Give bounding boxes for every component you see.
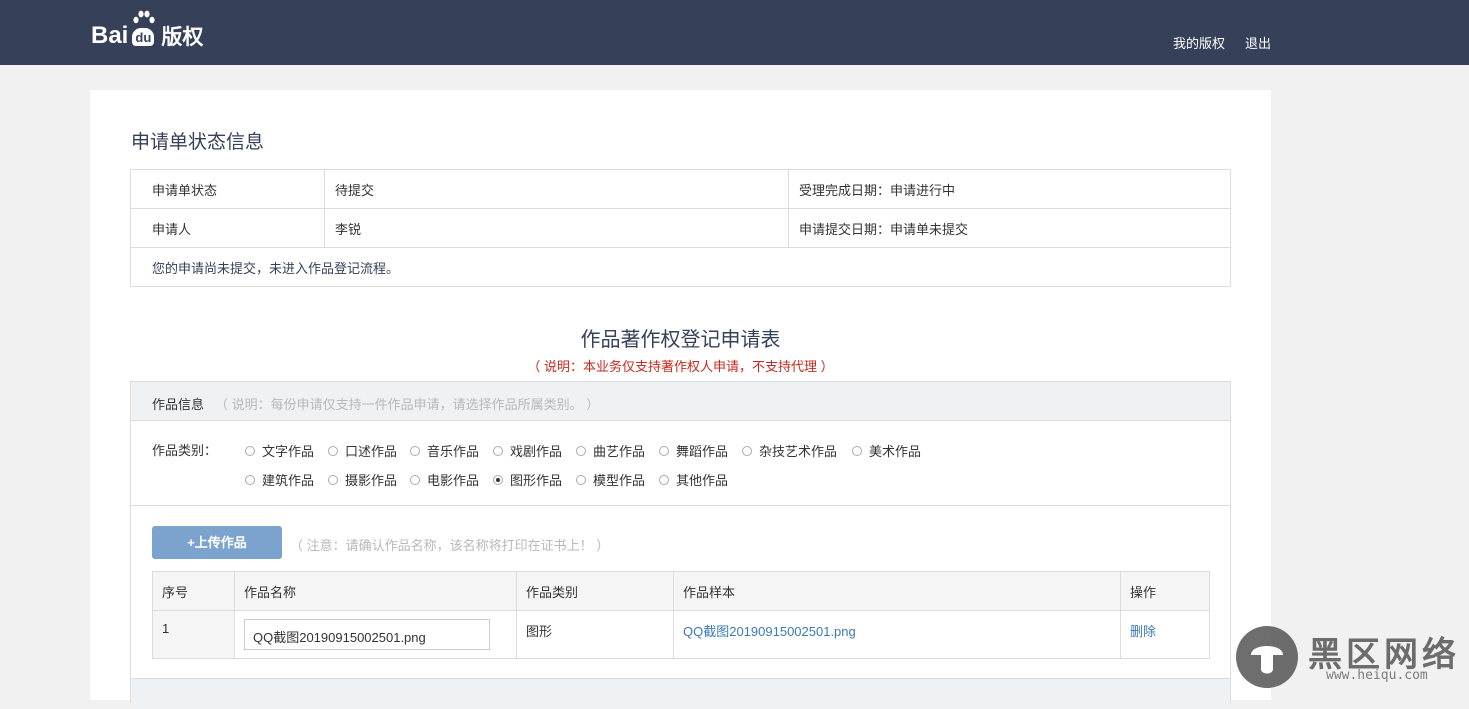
work-info-label: 作品信息 xyxy=(152,397,205,412)
nav-my-copyright[interactable]: 我的版权 xyxy=(1173,33,1225,52)
table-row: 1 图形 QQ截图20190915002501.png 删除 xyxy=(152,610,1210,659)
upload-hint: （ 注意：请确认作品名称，该名称将打印在证书上！ ） xyxy=(290,538,610,553)
row-index: 1 xyxy=(152,610,235,659)
work-sample-link[interactable]: QQ截图20190915002501.png xyxy=(683,624,856,639)
radio-label: 戏剧作品 xyxy=(510,444,563,459)
radio-label: 曲艺作品 xyxy=(593,444,646,459)
status-row: 申请单状态 待提交 受理完成日期：申请进行中 xyxy=(130,169,1231,209)
radio-oral-work[interactable]: 口述作品 xyxy=(328,441,397,460)
form-subtitle: （ 说明：本业务仅支持著作权人申请，不支持代理 ） xyxy=(527,359,834,374)
radio-label: 摄影作品 xyxy=(345,473,398,488)
divider xyxy=(131,505,1230,506)
col-header-action: 操作 xyxy=(1120,571,1210,611)
works-table: 序号 作品名称 作品类别 作品样本 操作 1 图形 QQ截图2019091500… xyxy=(152,571,1210,659)
baidu-copyright-logo[interactable]: Bai du 版权 xyxy=(91,8,203,48)
row-category: 图形 xyxy=(516,610,674,659)
col-header-category: 作品类别 xyxy=(516,571,674,611)
col-header-name: 作品名称 xyxy=(234,571,517,611)
radio-circle-icon[interactable] xyxy=(576,445,586,456)
radio-circle-icon[interactable] xyxy=(328,474,338,485)
col-header-sample: 作品样本 xyxy=(673,571,1121,611)
status-table: 申请单状态 待提交 受理完成日期：申请进行中 申请人 李锐 申请提交日期：申请单… xyxy=(130,169,1231,287)
radio-film-work[interactable]: 电影作品 xyxy=(410,470,479,489)
applicant-row: 申请人 李锐 申请提交日期：申请单未提交 xyxy=(130,208,1231,248)
radio-label: 模型作品 xyxy=(593,473,646,488)
note-row: 您的申请尚未提交，未进入作品登记流程。 xyxy=(130,247,1231,287)
radio-dance-work[interactable]: 舞蹈作品 xyxy=(659,441,728,460)
work-info-panel: 作品信息 （ 说明：每份申请仅支持一件作品申请，请选择作品所属类别。 ） 作品类… xyxy=(130,381,1231,709)
submission-date: 申请提交日期：申请单未提交 xyxy=(788,208,1231,248)
panel-footer-strip xyxy=(131,678,1230,709)
table-header-row: 序号 作品名称 作品类别 作品样本 操作 xyxy=(152,571,1210,611)
form-title: 作品著作权登记申请表 xyxy=(580,329,781,351)
radio-label: 图形作品 xyxy=(510,473,563,488)
top-navbar: Bai du 版权 我的版权 退出 xyxy=(0,0,1469,65)
radio-label: 电影作品 xyxy=(427,473,480,488)
radio-label: 文字作品 xyxy=(262,444,315,459)
radio-text-work[interactable]: 文字作品 xyxy=(245,441,314,460)
status-section-title: 申请单状态信息 xyxy=(131,132,265,153)
site-watermark: 黑区网络 www.heiqu.com xyxy=(1236,625,1469,691)
panel-header: 作品信息 （ 说明：每份申请仅支持一件作品申请，请选择作品所属类别。 ） xyxy=(131,382,1230,421)
radio-label: 音乐作品 xyxy=(427,444,480,459)
nav-logout[interactable]: 退出 xyxy=(1245,33,1271,52)
radio-label: 口述作品 xyxy=(345,444,398,459)
radio-label: 舞蹈作品 xyxy=(676,444,729,459)
radio-drama-work[interactable]: 戏剧作品 xyxy=(493,441,562,460)
radio-acrobatic-work[interactable]: 杂技艺术作品 xyxy=(742,441,837,460)
radio-circle-icon[interactable] xyxy=(576,474,586,485)
completion-date: 受理完成日期：申请进行中 xyxy=(788,169,1231,209)
logo-text-copyright: 版权 xyxy=(161,26,204,49)
radio-circle-icon[interactable] xyxy=(410,474,420,485)
radio-circle-icon[interactable] xyxy=(742,445,752,456)
upload-work-button[interactable]: +上传作品 xyxy=(152,526,282,559)
radio-circle-icon[interactable] xyxy=(245,445,255,456)
watermark-url: www.heiqu.com xyxy=(1326,668,1428,683)
watermark-logo-icon xyxy=(1236,626,1298,688)
status-label: 申请单状态 xyxy=(130,169,325,209)
radio-label: 建筑作品 xyxy=(262,473,315,488)
radio-label: 美术作品 xyxy=(869,444,922,459)
row-name-cell xyxy=(234,610,517,659)
radio-quyi-work[interactable]: 曲艺作品 xyxy=(576,441,645,460)
radio-circle-icon[interactable] xyxy=(659,445,669,456)
row-sample-cell: QQ截图20190915002501.png xyxy=(673,610,1121,659)
col-header-index: 序号 xyxy=(152,571,235,611)
radio-circle-icon[interactable] xyxy=(328,445,338,456)
row-action-cell: 删除 xyxy=(1120,610,1210,659)
logo-text-du: du xyxy=(132,28,155,46)
applicant-value: 李锐 xyxy=(324,208,789,248)
status-note: 您的申请尚未提交，未进入作品登记流程。 xyxy=(130,247,1231,287)
radio-model-work[interactable]: 模型作品 xyxy=(576,470,645,489)
work-info-hint: （ 说明：每份申请仅支持一件作品申请，请选择作品所属类别。 ） xyxy=(215,397,600,412)
delete-link[interactable]: 删除 xyxy=(1130,624,1156,639)
radio-circle-icon[interactable] xyxy=(245,474,255,485)
radio-circle-icon[interactable] xyxy=(493,445,503,456)
radio-music-work[interactable]: 音乐作品 xyxy=(410,441,479,460)
radio-circle-icon[interactable] xyxy=(410,445,420,456)
radio-photo-work[interactable]: 摄影作品 xyxy=(328,470,397,489)
work-name-input[interactable] xyxy=(244,619,490,650)
radio-architecture-work[interactable]: 建筑作品 xyxy=(245,470,314,489)
paw-logo-icon: du xyxy=(129,10,159,48)
radio-selected-icon[interactable] xyxy=(493,474,503,485)
radio-circle-icon[interactable] xyxy=(852,445,862,456)
radio-circle-icon[interactable] xyxy=(659,474,669,485)
radio-label: 其他作品 xyxy=(676,473,729,488)
logo-text-bai: Bai xyxy=(91,22,129,49)
radio-label: 杂技艺术作品 xyxy=(759,444,838,459)
status-value: 待提交 xyxy=(324,169,789,209)
radio-fine-art-work[interactable]: 美术作品 xyxy=(852,441,921,460)
radio-other-work[interactable]: 其他作品 xyxy=(659,470,728,489)
category-label: 作品类别： xyxy=(152,443,218,458)
applicant-label: 申请人 xyxy=(130,208,325,248)
radio-graphic-work[interactable]: 图形作品 xyxy=(493,470,562,489)
